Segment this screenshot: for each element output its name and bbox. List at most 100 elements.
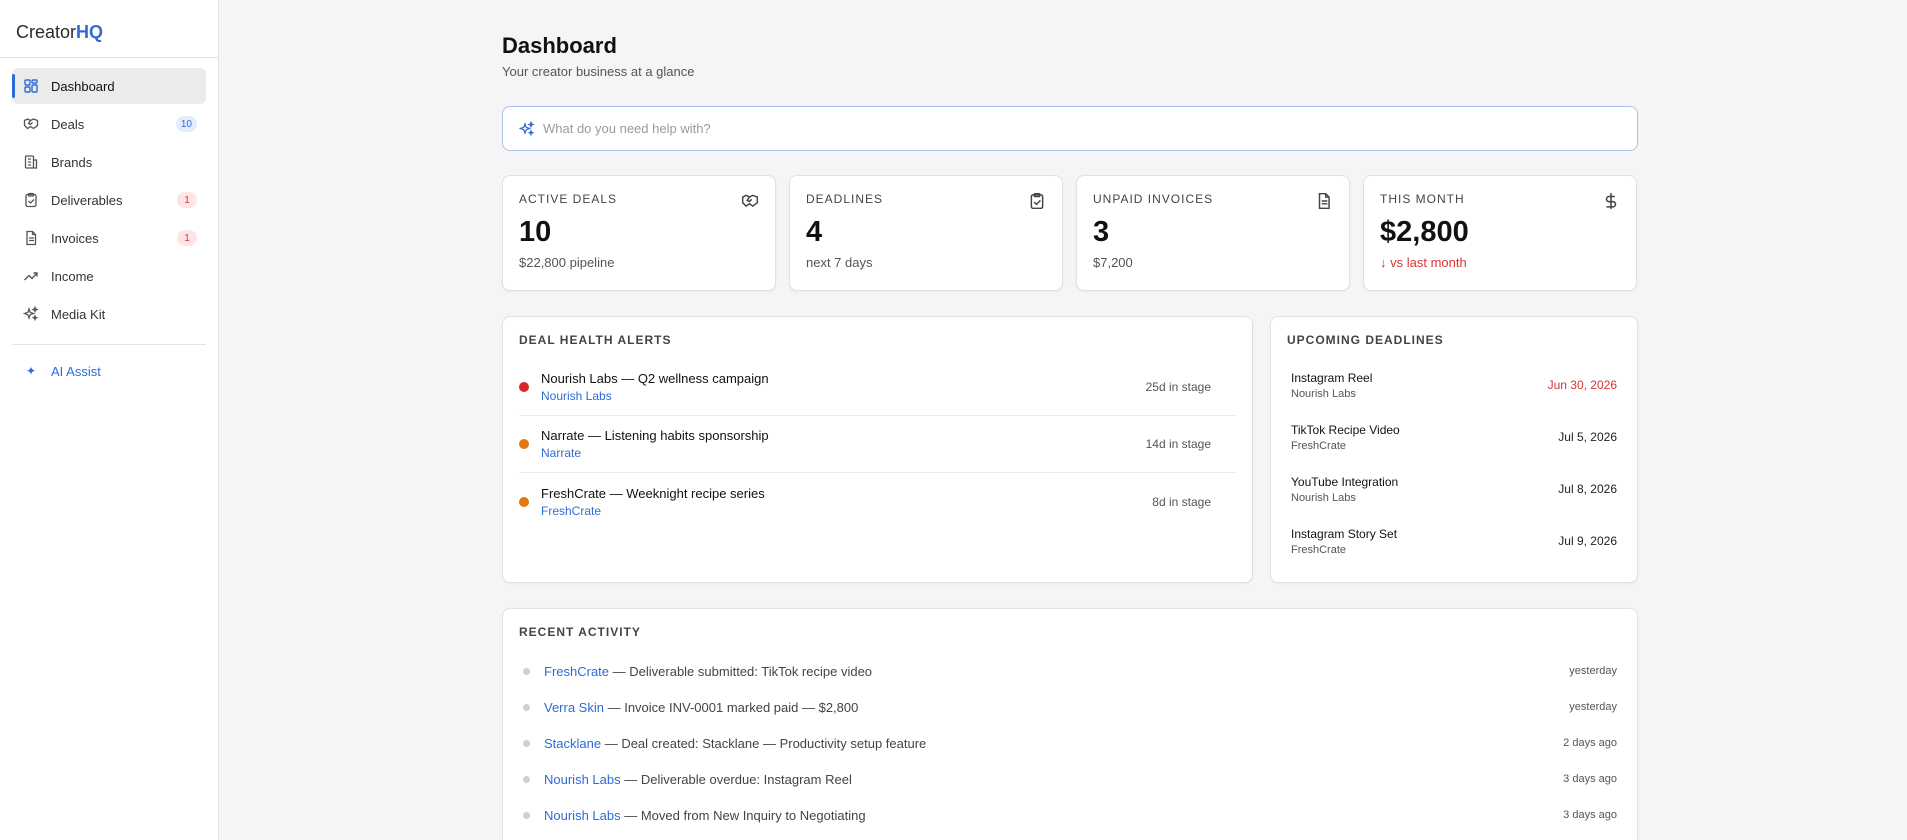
activity-brand-link[interactable]: Verra Skin bbox=[544, 700, 604, 715]
activity-time: yesterday bbox=[1569, 665, 1617, 677]
card-title: DEAL HEALTH ALERTS bbox=[519, 333, 672, 347]
handshake-icon bbox=[741, 192, 759, 210]
activity-row: FreshCrate — Deliverable submitted: TikT… bbox=[519, 653, 1621, 689]
deadline-row[interactable]: Instagram Reel Nourish Labs Jun 30, 2026 bbox=[1287, 359, 1621, 411]
deadline-list: Instagram Reel Nourish Labs Jun 30, 2026… bbox=[1287, 359, 1621, 567]
activity-text: — Deliverable overdue: Instagram Reel bbox=[620, 771, 852, 787]
sparkles-icon bbox=[23, 306, 39, 322]
page-subtitle: Your creator business at a glance bbox=[502, 64, 695, 79]
severity-dot-icon bbox=[519, 496, 529, 507]
clipboard-check-icon bbox=[23, 192, 39, 208]
activity-brand-link[interactable]: Nourish Labs bbox=[544, 772, 621, 787]
deadline-name: TikTok Recipe Video bbox=[1291, 422, 1400, 437]
deadline-name: Instagram Reel bbox=[1291, 370, 1373, 385]
deadline-brand: FreshCrate bbox=[1291, 543, 1347, 556]
deadline-row[interactable]: TikTok Recipe Video FreshCrate Jul 5, 20… bbox=[1287, 411, 1621, 463]
activity-brand-link[interactable]: FreshCrate bbox=[544, 664, 609, 679]
sidebar-item-media-kit[interactable]: Media Kit bbox=[12, 296, 206, 332]
alert-row[interactable]: FreshCrate — Weeknight recipe series Fre… bbox=[519, 473, 1237, 530]
logo-accent: HQ bbox=[76, 22, 104, 42]
activity-time: 2 days ago bbox=[1563, 737, 1617, 749]
alert-brand-link[interactable]: Nourish Labs bbox=[541, 389, 1146, 403]
sidebar-item-ai-assist[interactable]: ✦ AI Assist bbox=[12, 353, 206, 389]
stat-card-active-deals[interactable]: ACTIVE DEALS 10 $22,800 pipeline bbox=[502, 175, 776, 291]
clipboard-check-icon bbox=[1028, 192, 1046, 210]
bullet-dot-icon bbox=[523, 667, 530, 675]
activity-brand-link[interactable]: Stacklane bbox=[544, 736, 601, 751]
activity-row: Nourish Labs — Moved from New Inquiry to… bbox=[519, 797, 1621, 833]
sidebar-divider bbox=[12, 344, 206, 345]
sparkle-icon: ✦ bbox=[25, 364, 37, 378]
sidebar-item-label: Deliverables bbox=[51, 192, 123, 208]
sidebar-item-deals[interactable]: Deals 10 bbox=[12, 106, 206, 142]
stats-row: ACTIVE DEALS 10 $22,800 pipeline DEADLIN… bbox=[502, 175, 1638, 291]
card-title: RECENT ACTIVITY bbox=[519, 625, 641, 639]
severity-dot-icon bbox=[519, 439, 529, 449]
stat-card-this-month[interactable]: THIS MONTH $2,800 ↓ vs last month bbox=[1363, 175, 1637, 291]
building-icon bbox=[23, 154, 39, 170]
alert-deal-name: Nourish Labs — Q2 wellness campaign bbox=[541, 371, 769, 386]
sidebar: CreatorHQ Dashboard Deals 10 Brands Deli bbox=[0, 0, 219, 840]
activity-text: — Moved from New Inquiry to Negotiating bbox=[620, 807, 866, 823]
deadline-brand: Nourish Labs bbox=[1291, 491, 1356, 504]
stat-label: DEADLINES bbox=[806, 192, 884, 206]
stat-sub-trend-down: ↓ vs last month bbox=[1380, 255, 1467, 270]
deadline-date: Jul 8, 2026 bbox=[1558, 482, 1617, 496]
deadline-name: YouTube Integration bbox=[1291, 474, 1399, 489]
sidebar-item-label: Brands bbox=[51, 154, 93, 170]
alert-row[interactable]: Nourish Labs — Q2 wellness campaign Nour… bbox=[519, 359, 1237, 416]
recent-activity-card: RECENT ACTIVITY FreshCrate — Deliverable… bbox=[502, 608, 1638, 840]
bullet-dot-icon bbox=[523, 703, 530, 711]
alert-deal-name: FreshCrate — Weeknight recipe series bbox=[541, 485, 765, 501]
activity-text: — Deal created: Stacklane — Productivity… bbox=[601, 735, 927, 751]
sidebar-item-label: Dashboard bbox=[51, 78, 115, 94]
page-title: Dashboard bbox=[502, 33, 617, 58]
bullet-dot-icon bbox=[523, 739, 530, 747]
stat-card-unpaid-invoices[interactable]: UNPAID INVOICES 3 $7,200 bbox=[1076, 175, 1350, 291]
deadline-name: Instagram Story Set bbox=[1291, 526, 1398, 541]
activity-row: Nourish Labs — Deliverable overdue: Inst… bbox=[519, 761, 1621, 797]
sparkles-icon bbox=[518, 120, 535, 137]
alert-deal-name: Narrate — Listening habits sponsorship bbox=[541, 428, 769, 443]
activity-time: 3 days ago bbox=[1563, 773, 1617, 785]
alert-stage-duration: 14d in stage bbox=[1145, 437, 1211, 451]
sidebar-item-invoices[interactable]: Invoices 1 bbox=[12, 220, 206, 256]
ai-ask-bar[interactable] bbox=[502, 106, 1638, 151]
app-logo[interactable]: CreatorHQ bbox=[0, 0, 218, 58]
document-icon bbox=[1315, 192, 1333, 210]
grid-icon bbox=[23, 78, 39, 94]
deliverables-count-badge: 1 bbox=[177, 192, 197, 208]
stat-label: ACTIVE DEALS bbox=[519, 192, 618, 206]
deadline-row[interactable]: Instagram Story Set FreshCrate Jul 9, 20… bbox=[1287, 515, 1621, 567]
sidebar-item-brands[interactable]: Brands bbox=[12, 144, 206, 180]
alert-row[interactable]: Narrate — Listening habits sponsorship N… bbox=[519, 416, 1237, 473]
handshake-icon bbox=[23, 116, 39, 132]
sidebar-item-label: Invoices bbox=[51, 230, 99, 246]
sidebar-item-deliverables[interactable]: Deliverables 1 bbox=[12, 182, 206, 218]
logo-text: Creator bbox=[16, 22, 77, 42]
dollar-icon bbox=[1602, 192, 1620, 210]
activity-row: Stacklane — Deal created: Stacklane — Pr… bbox=[519, 725, 1621, 761]
stat-sub: $7,200 bbox=[1093, 255, 1133, 270]
sidebar-item-label: Income bbox=[51, 268, 94, 284]
sidebar-item-income[interactable]: Income bbox=[12, 258, 206, 294]
alert-brand-link[interactable]: FreshCrate bbox=[541, 504, 1152, 518]
stat-card-deadlines[interactable]: DEADLINES 4 next 7 days bbox=[789, 175, 1063, 291]
activity-list: FreshCrate — Deliverable submitted: TikT… bbox=[519, 653, 1621, 833]
deadline-date-overdue: Jun 30, 2026 bbox=[1547, 378, 1617, 392]
deals-count-badge: 10 bbox=[175, 116, 197, 132]
bullet-dot-icon bbox=[523, 811, 530, 819]
deadline-brand: FreshCrate bbox=[1291, 439, 1347, 452]
activity-brand-link[interactable]: Nourish Labs bbox=[544, 808, 621, 823]
alert-stage-duration: 25d in stage bbox=[1145, 380, 1211, 394]
sidebar-item-dashboard[interactable]: Dashboard bbox=[12, 68, 206, 104]
sidebar-item-label: Media Kit bbox=[51, 306, 106, 322]
severity-dot-icon bbox=[519, 382, 529, 392]
ai-ask-input[interactable] bbox=[543, 121, 1543, 136]
deadline-row[interactable]: YouTube Integration Nourish Labs Jul 8, … bbox=[1287, 463, 1621, 515]
sidebar-item-label: AI Assist bbox=[51, 363, 101, 379]
upcoming-deadlines-card: UPCOMING DEADLINES Instagram Reel Nouris… bbox=[1270, 316, 1638, 583]
stat-label: THIS MONTH bbox=[1380, 192, 1465, 206]
invoices-count-badge: 1 bbox=[177, 230, 197, 246]
alert-brand-link[interactable]: Narrate bbox=[541, 446, 1146, 460]
